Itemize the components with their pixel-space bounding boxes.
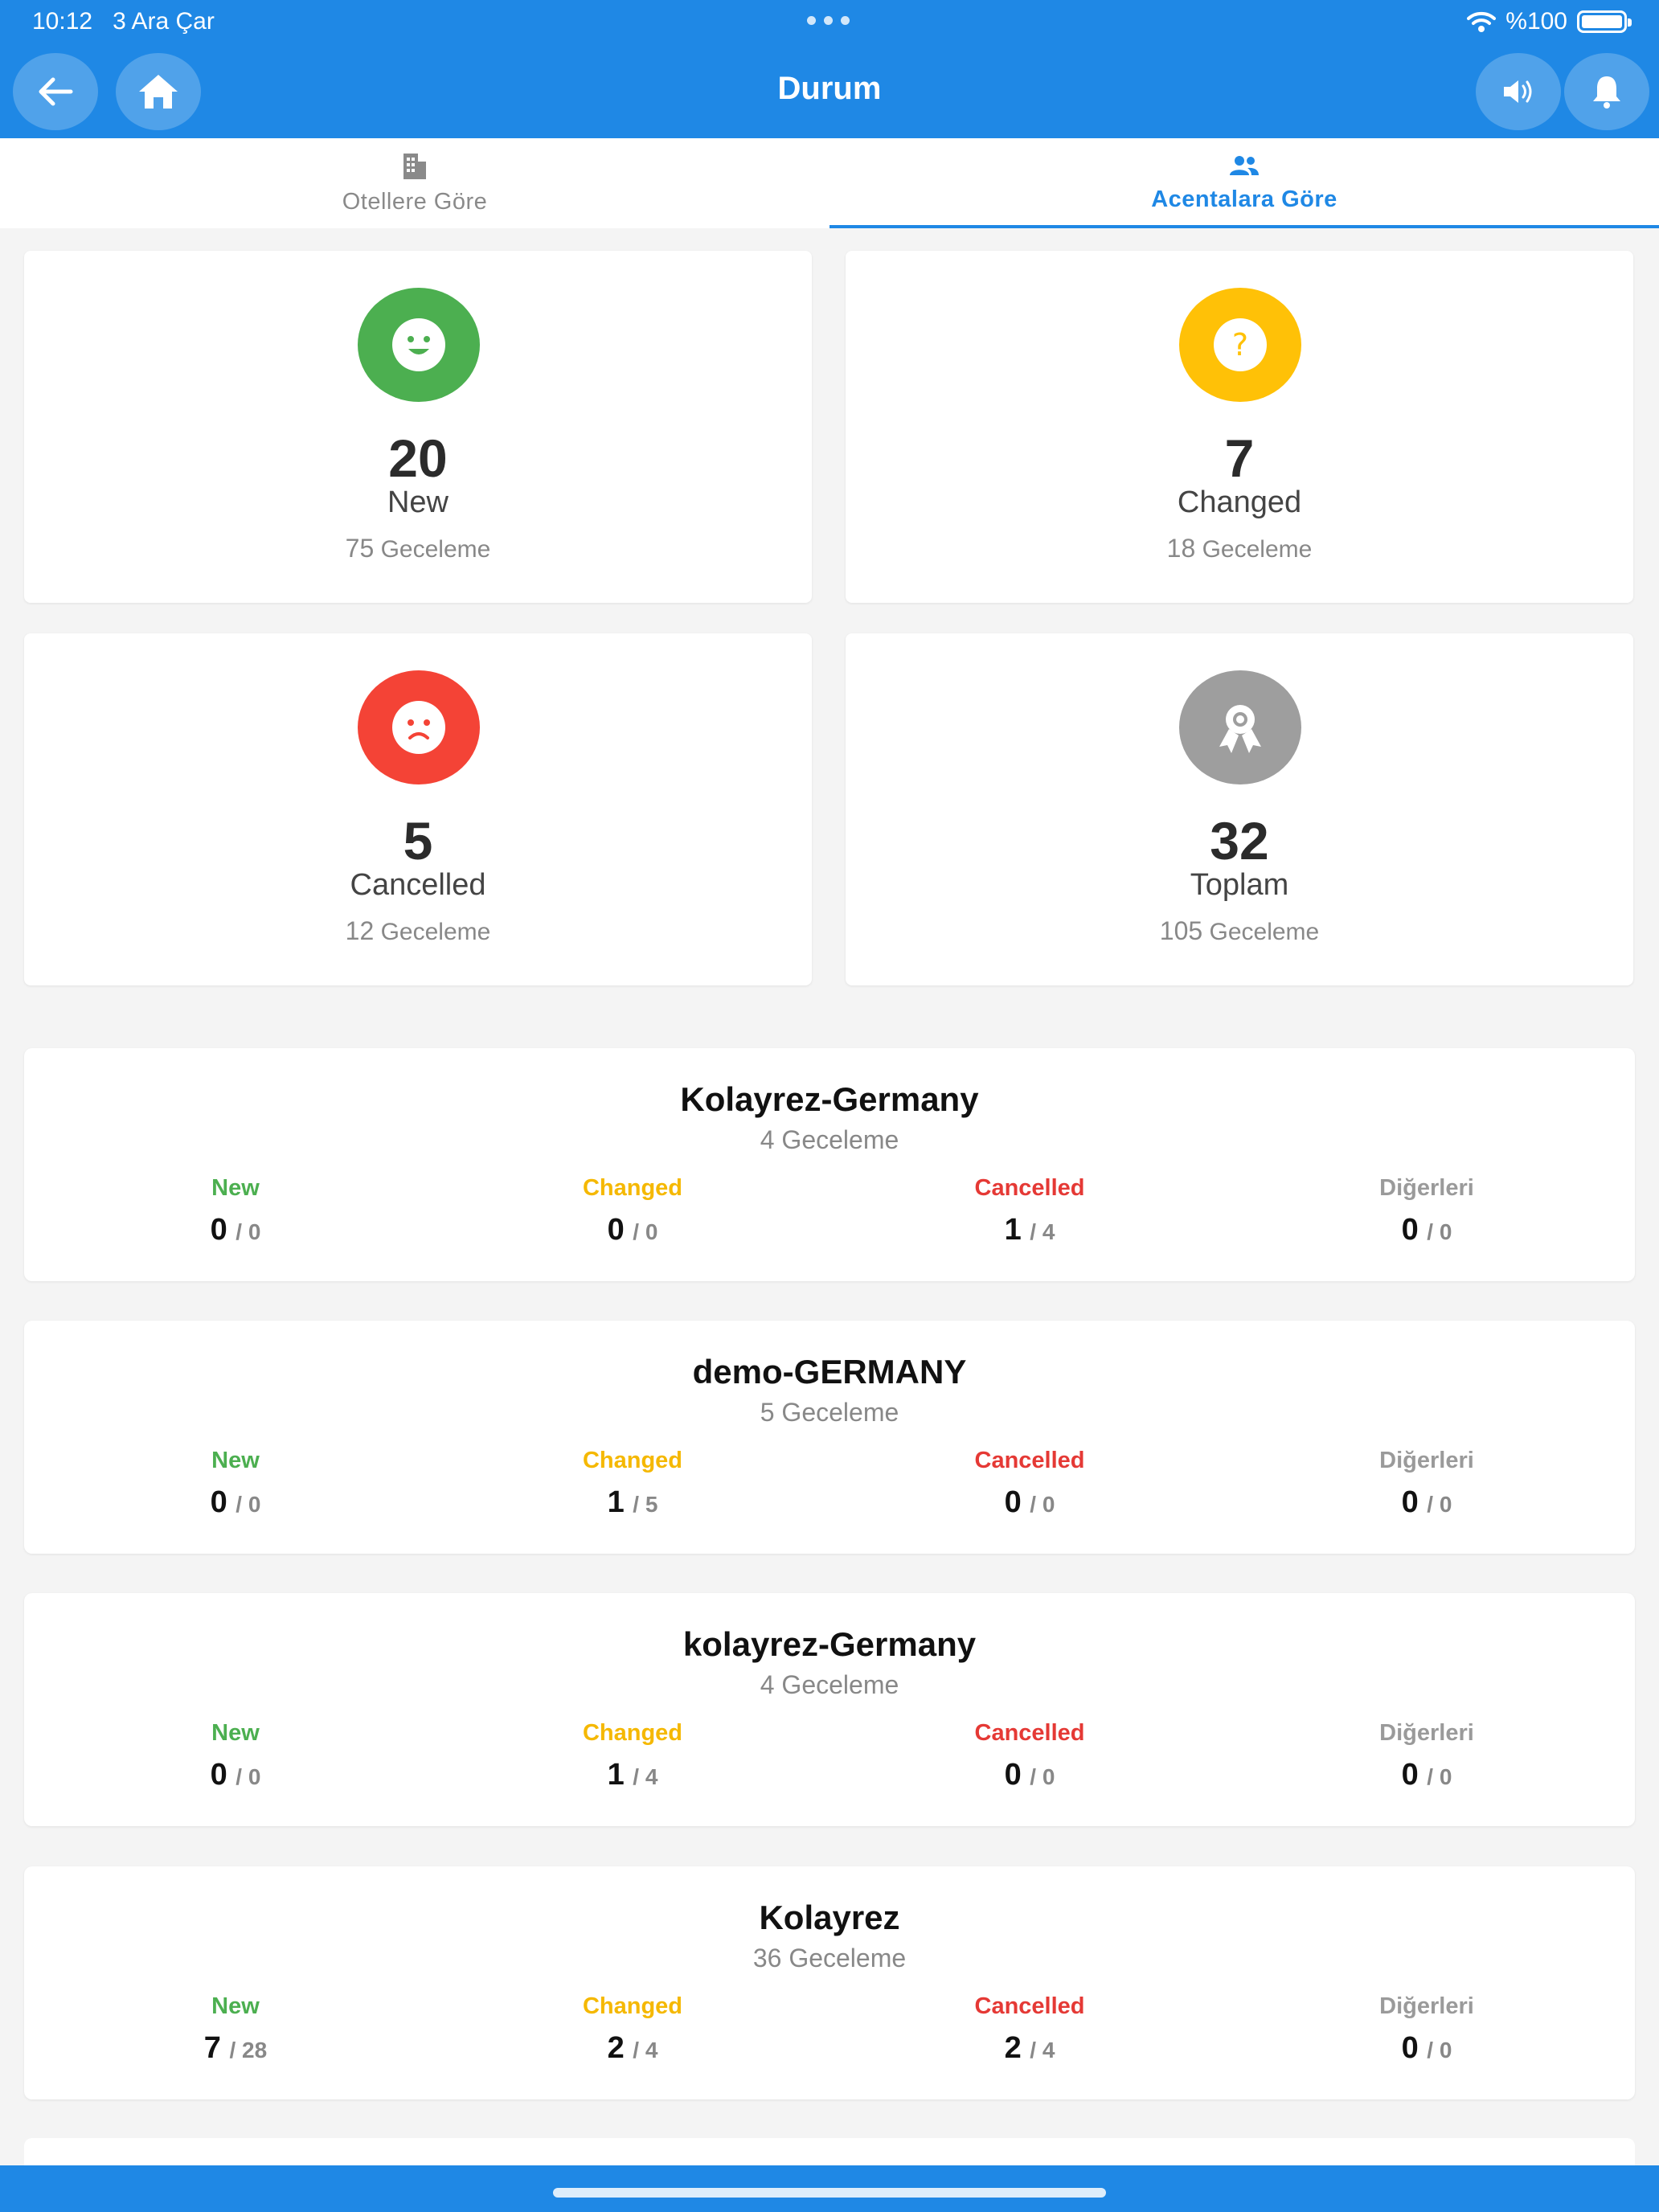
summary-label: Toplam [1190, 868, 1289, 902]
summary-count: 7 [1224, 428, 1255, 488]
sound-button[interactable] [1476, 53, 1561, 130]
summary-count: 32 [1210, 811, 1269, 870]
agency-stat-new: New 0 / 0 [210, 1448, 261, 1519]
agency-name: kolayrez-Germany [682, 1625, 977, 1663]
agency-stat-others: Diğerleri 0 / 0 [1379, 1448, 1474, 1519]
home-indicator[interactable] [553, 2188, 1106, 2198]
sad-icon [358, 670, 480, 784]
agency-nights: 36 Geceleme [752, 1944, 907, 1972]
agency-stat-changed: Changed 1 / 5 [582, 1448, 683, 1519]
summary-card-cancelled[interactable]: 5 Cancelled 12 Geceleme [24, 633, 812, 985]
smile-icon [358, 288, 480, 402]
wifi-icon [1467, 11, 1497, 32]
summary-label: Cancelled [350, 868, 486, 902]
tab-agencies[interactable]: Acentalara Göre [830, 138, 1659, 228]
summary-count: 20 [388, 428, 448, 488]
agency-nights: 4 Geceleme [760, 1670, 899, 1699]
battery-percent: %100 [1505, 8, 1567, 35]
question-icon: ? [1179, 288, 1301, 402]
tab-hotels[interactable]: Otellere Göre [0, 138, 830, 228]
agency-stat-cancelled: Cancelled 1 / 4 [974, 1175, 1085, 1247]
tab-bar: Otellere Göre Acentalara Göre [0, 138, 1659, 228]
agency-stat-changed: Changed 1 / 4 [582, 1720, 683, 1792]
agency-stat-others: Diğerleri 0 / 0 [1379, 1175, 1474, 1247]
agency-nights: 4 Geceleme [760, 1125, 899, 1154]
agency-stat-cancelled: Cancelled 2 / 4 [974, 1993, 1085, 2065]
summary-label: Changed [1177, 485, 1302, 519]
multitasking-dots-icon[interactable] [807, 16, 850, 25]
battery-icon [1577, 10, 1632, 33]
agency-stat-others: Diğerleri 0 / 0 [1379, 1993, 1474, 2065]
agency-name: Kolayrez-Germany [680, 1080, 979, 1118]
status-bar-right: %100 [1467, 8, 1632, 35]
summary-count: 5 [403, 811, 433, 870]
status-bar-time: 10:12 3 Ara Çar [32, 8, 215, 35]
agency-name: Kolayrez [759, 1899, 900, 1936]
app-header: 10:12 3 Ara Çar %100 Durum [0, 0, 1659, 138]
agency-card[interactable]: kolayrez-Germany 4 Geceleme New 0 / 0 Cha… [24, 1593, 1635, 1826]
notifications-button[interactable] [1564, 53, 1649, 130]
building-icon [403, 153, 426, 179]
agency-name: demo-GERMANY [692, 1353, 967, 1391]
award-icon [1179, 670, 1301, 784]
agency-card[interactable]: demo-GERMANY 5 Geceleme New 0 / 0 Changed… [24, 1321, 1635, 1554]
svg-text:?: ? [1232, 327, 1248, 363]
agency-stat-new: New 0 / 0 [210, 1175, 261, 1247]
speaker-icon [1504, 80, 1532, 103]
summary-nights: 12 Geceleme [345, 916, 491, 945]
summary-card-new[interactable]: 20 New 75 Geceleme [24, 251, 812, 603]
users-icon [1230, 155, 1259, 175]
summary-card-changed[interactable]: ? 7 Changed 18 Geceleme [846, 251, 1633, 603]
agency-stat-cancelled: Cancelled 0 / 0 [974, 1448, 1085, 1519]
summary-label: New [387, 485, 449, 519]
agency-stat-new: New 0 / 0 [210, 1720, 261, 1792]
agency-stat-changed: Changed 0 / 0 [582, 1175, 683, 1247]
agency-stat-others: Diğerleri 0 / 0 [1379, 1720, 1474, 1792]
agency-stat-changed: Changed 2 / 4 [582, 1993, 683, 2065]
summary-nights: 75 Geceleme [345, 534, 491, 563]
summary-card-total[interactable]: 32 Toplam 105 Geceleme [846, 633, 1633, 985]
agency-stat-cancelled: Cancelled 0 / 0 [974, 1720, 1085, 1792]
agency-stat-new: New 7 / 28 [203, 1993, 268, 2065]
agency-card[interactable]: Kolayrez 36 Geceleme New 7 / 28 Changed 2 … [24, 1866, 1635, 2099]
tab-hotels-label: Otellere Göre [342, 188, 488, 215]
agency-nights: 5 Geceleme [760, 1398, 899, 1427]
summary-nights: 18 Geceleme [1166, 534, 1313, 563]
page-title: Durum [777, 71, 882, 106]
tab-agencies-label: Acentalara Göre [1151, 186, 1337, 212]
agency-card[interactable]: Kolayrez-Germany 4 Geceleme New 0 / 0 Cha… [24, 1048, 1635, 1281]
bell-icon [1593, 76, 1620, 109]
summary-nights: 105 Geceleme [1159, 916, 1320, 945]
